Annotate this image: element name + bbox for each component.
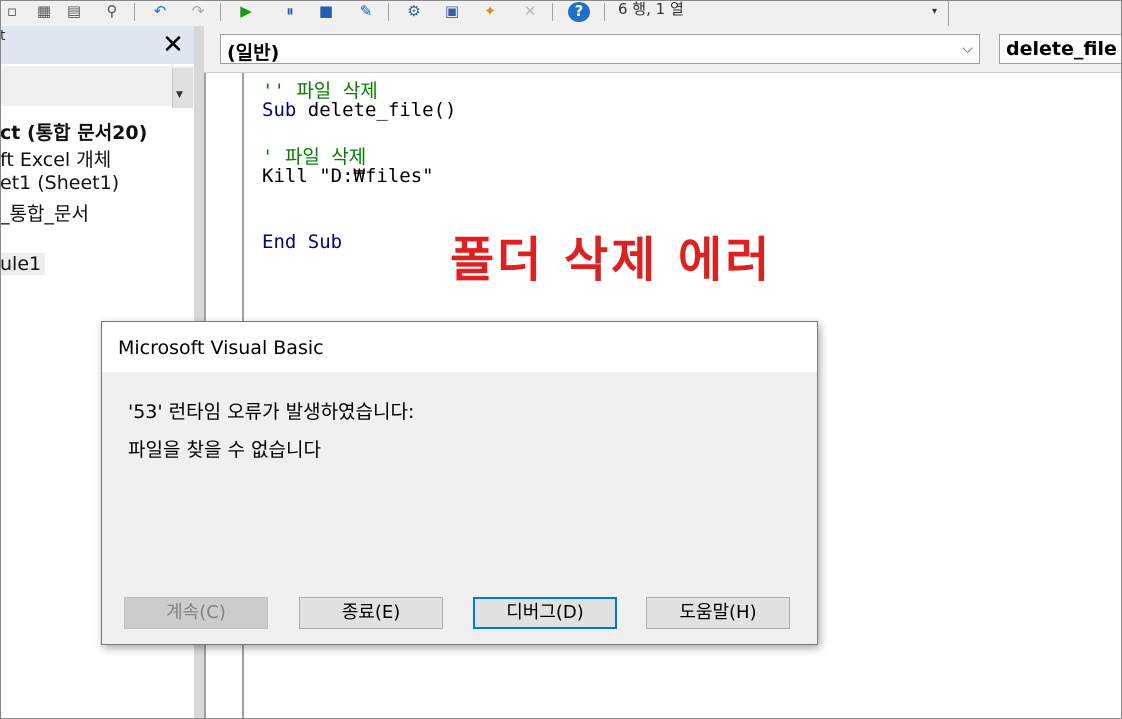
tree-item-project[interactable]: ct (통합 문서20) bbox=[0, 118, 147, 145]
project-explorer-title: t bbox=[0, 28, 6, 44]
chevron-down-icon[interactable]: ⌵ bbox=[962, 41, 973, 57]
toolbar-separator bbox=[220, 3, 221, 21]
code-window-header: (일반) ⌵ delete_file bbox=[204, 26, 1122, 73]
insert-module-icon[interactable]: ▦ bbox=[34, 2, 54, 20]
help-button[interactable]: 도움말(H) bbox=[646, 597, 790, 629]
design-mode-icon[interactable]: ✎ bbox=[356, 2, 376, 20]
tree-item-sheet1[interactable]: et1 (Sheet1) bbox=[0, 172, 119, 194]
toolbar-separator bbox=[134, 3, 135, 21]
project-explorer-scrollbar[interactable] bbox=[172, 68, 193, 108]
debug-button[interactable]: 디버그(D) bbox=[473, 597, 617, 629]
cursor-position-status: 6 행, 1 열 bbox=[618, 0, 684, 18]
help-icon[interactable]: ? bbox=[568, 2, 590, 22]
end-button[interactable]: 종료(E) bbox=[299, 597, 443, 629]
vbe-toolbar: ▫ ▦ ▤ ⚲ ↶ ↷ ▶ ⏸ ■ ✎ ⚙ ▣ ✦ ✕ ? 6 행, 1 열 ▾ bbox=[0, 0, 1122, 27]
project-explorer-header: t ✕ bbox=[0, 26, 194, 64]
toolbox-icon[interactable]: ✕ bbox=[520, 2, 540, 20]
procedure-combobox[interactable]: delete_file bbox=[999, 34, 1122, 64]
object-combobox[interactable]: (일반) ⌵ bbox=[220, 34, 980, 64]
find-icon[interactable]: ⚲ bbox=[102, 2, 122, 20]
code-line-kill-statement[interactable]: Kill "D:₩files" bbox=[262, 165, 434, 187]
error-description-message: 파일을 찾을 수 없습니다 bbox=[128, 439, 321, 461]
toolbar-right-area bbox=[948, 0, 1122, 26]
dialog-titlebar[interactable]: Microsoft Visual Basic bbox=[102, 322, 817, 372]
runtime-error-dialog: Microsoft Visual Basic '53' 런타임 오류가 발생하였… bbox=[101, 321, 818, 645]
redo-icon[interactable]: ↷ bbox=[188, 2, 208, 20]
continue-button[interactable]: 계속(C) bbox=[124, 597, 268, 629]
undo-icon[interactable]: ↶ bbox=[150, 2, 170, 20]
close-icon[interactable]: ✕ bbox=[158, 31, 188, 59]
run-icon[interactable]: ▶ bbox=[236, 2, 256, 20]
project-explorer-toolbar bbox=[0, 66, 194, 106]
properties-window-icon[interactable]: ▣ bbox=[442, 2, 462, 20]
error-annotation-label: 폴더 삭제 에러 bbox=[450, 232, 773, 288]
toolbar-options-icon[interactable]: ▾ bbox=[932, 6, 946, 24]
dialog-title: Microsoft Visual Basic bbox=[118, 337, 324, 359]
tree-item-workbook[interactable]: _통합_문서 bbox=[0, 199, 89, 226]
scroll-down-icon[interactable]: ▼ bbox=[176, 90, 183, 100]
view-excel-icon[interactable]: ▫ bbox=[2, 2, 22, 20]
object-browser-icon[interactable]: ✦ bbox=[480, 2, 500, 20]
tree-item-excel-objects[interactable]: ft Excel 개체 bbox=[0, 145, 111, 172]
error-code-message: '53' 런타임 오류가 발생하였습니다: bbox=[128, 401, 415, 423]
code-line-end-sub[interactable]: End Sub bbox=[262, 231, 342, 253]
toolbar-separator bbox=[604, 3, 605, 21]
procedure-combobox-value: delete_file bbox=[1006, 38, 1117, 60]
project-explorer-icon[interactable]: ⚙ bbox=[404, 2, 424, 20]
toolbar-separator bbox=[552, 3, 553, 21]
tree-item-module1[interactable]: ule1 bbox=[0, 253, 46, 275]
paste-icon[interactable]: ▤ bbox=[64, 2, 84, 20]
code-line-sub-declaration[interactable]: Sub delete_file() bbox=[262, 99, 456, 121]
object-combobox-value: (일반) bbox=[227, 42, 280, 64]
pause-icon[interactable]: ⏸ bbox=[280, 2, 300, 20]
reset-icon[interactable]: ■ bbox=[316, 2, 336, 20]
toolbar-separator bbox=[388, 3, 389, 21]
